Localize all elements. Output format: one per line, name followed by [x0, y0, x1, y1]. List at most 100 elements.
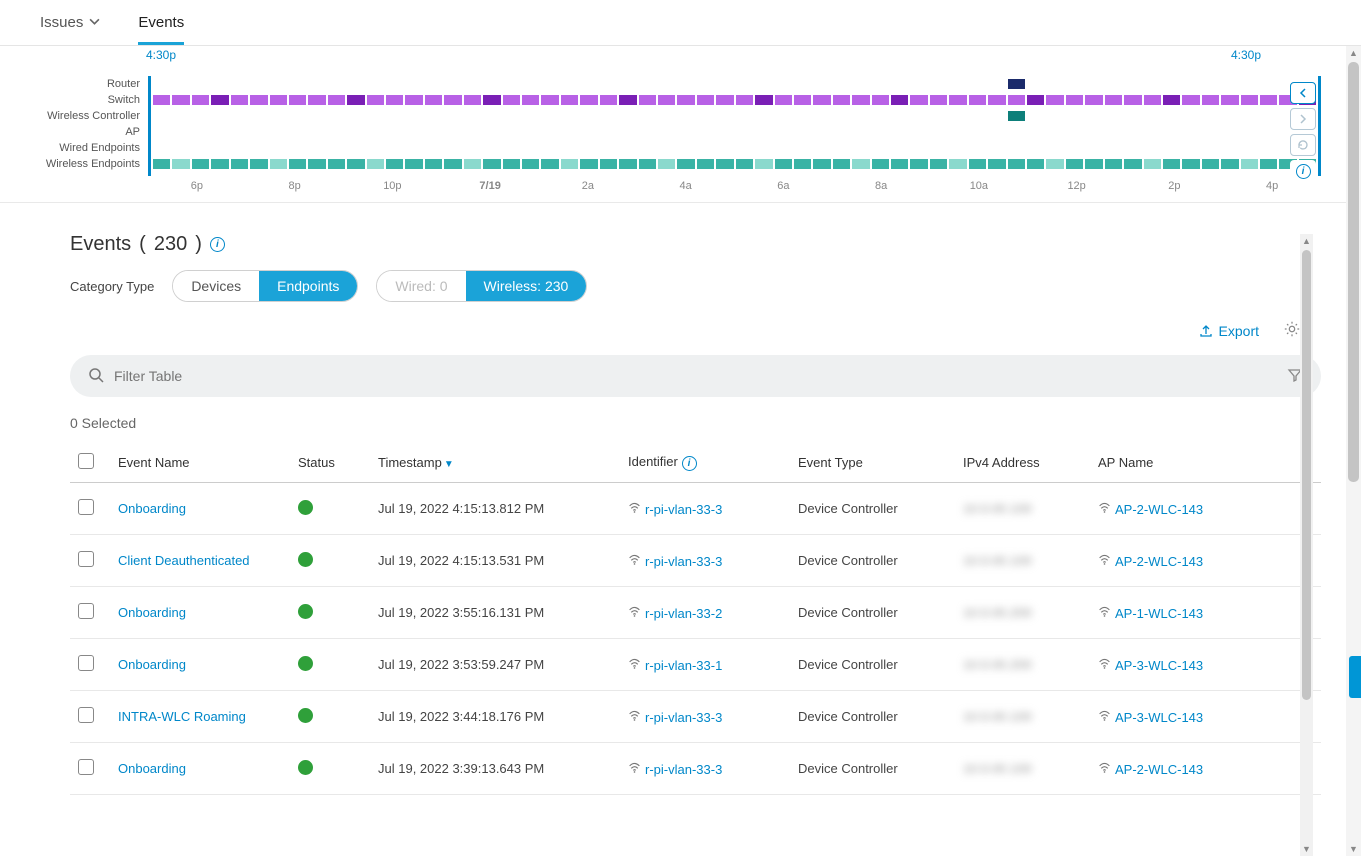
scroll-up-arrow[interactable]: ▲: [1300, 234, 1313, 248]
cell-event-type: Device Controller: [790, 483, 955, 535]
table-row: Onboarding Jul 19, 2022 3:53:59.247 PM r-p…: [70, 639, 1321, 691]
timeline-axis-tick: 2p: [1126, 180, 1224, 192]
tab-events[interactable]: Events: [138, 0, 184, 45]
cell-timestamp: Jul 19, 2022 3:39:13.643 PM: [370, 743, 620, 795]
scroll-down-arrow[interactable]: ▼: [1346, 842, 1361, 856]
event-name-link[interactable]: Onboarding: [118, 657, 186, 672]
ap-name-link[interactable]: AP-1-WLC-143: [1115, 606, 1203, 621]
timeline-axis-tick: 7/19: [441, 180, 539, 192]
col-ap-name[interactable]: AP Name: [1090, 443, 1321, 483]
cell-event-type: Device Controller: [790, 743, 955, 795]
outer-scrollbar[interactable]: ▲ ▼: [1346, 46, 1361, 856]
timeline-refresh-button[interactable]: [1290, 134, 1316, 156]
events-panel: Events (230) i Category Type Devices End…: [0, 203, 1361, 795]
event-name-link[interactable]: Client Deauthenticated: [118, 553, 250, 568]
wifi-icon: [1098, 711, 1111, 725]
export-label: Export: [1219, 323, 1259, 339]
event-name-link[interactable]: Onboarding: [118, 761, 186, 776]
timeline-chart[interactable]: [148, 76, 1321, 176]
timeline-lane-label: AP: [40, 124, 140, 140]
col-status[interactable]: Status: [290, 443, 370, 483]
pill-wireless[interactable]: Wireless: 230: [466, 271, 587, 301]
scroll-up-arrow[interactable]: ▲: [1346, 46, 1361, 60]
export-button[interactable]: Export: [1199, 323, 1259, 339]
timeline-time-labels: 4:30p 4:30p: [0, 48, 1361, 62]
event-name-link[interactable]: INTRA-WLC Roaming: [118, 709, 246, 724]
ap-name-link[interactable]: AP-2-WLC-143: [1115, 762, 1203, 777]
status-dot: [298, 604, 313, 619]
identifier-link[interactable]: r-pi-vlan-33-1: [645, 658, 722, 673]
wifi-icon: [1098, 555, 1111, 569]
row-checkbox[interactable]: [78, 551, 94, 567]
ap-name-link[interactable]: AP-2-WLC-143: [1115, 554, 1203, 569]
status-dot: [298, 760, 313, 775]
timeline-axis-tick: 4a: [637, 180, 735, 192]
event-name-link[interactable]: Onboarding: [118, 605, 186, 620]
table-row: INTRA-WLC RoamingJul 19, 2022 3:44:18.17…: [70, 691, 1321, 743]
timeline-next-button[interactable]: [1290, 108, 1316, 130]
select-all-checkbox[interactable]: [78, 453, 94, 469]
identifier-link[interactable]: r-pi-vlan-33-3: [645, 502, 722, 517]
gear-icon[interactable]: [1283, 320, 1301, 341]
timeline-lane-label: Router: [40, 76, 140, 92]
row-checkbox[interactable]: [78, 603, 94, 619]
search-input[interactable]: [114, 368, 1287, 384]
wifi-icon: [628, 607, 641, 621]
identifier-link[interactable]: r-pi-vlan-33-3: [645, 762, 722, 777]
tab-issues[interactable]: Issues: [40, 0, 100, 45]
info-icon[interactable]: i: [210, 237, 225, 252]
col-ipv4[interactable]: IPv4 Address: [955, 443, 1090, 483]
scroll-down-arrow[interactable]: ▼: [1300, 842, 1313, 856]
timeline-axis-tick: 10p: [344, 180, 442, 192]
identifier-link[interactable]: r-pi-vlan-33-3: [645, 554, 722, 569]
selected-count: 0 Selected: [70, 415, 1321, 431]
ap-name-link[interactable]: AP-3-WLC-143: [1115, 710, 1203, 725]
pill-wired: Wired: 0: [377, 271, 465, 301]
event-name-link[interactable]: Onboarding: [118, 501, 186, 516]
pill-endpoints[interactable]: Endpoints: [259, 271, 357, 301]
row-checkbox[interactable]: [78, 499, 94, 515]
category-pill-group: Devices Endpoints: [172, 270, 358, 302]
row-checkbox[interactable]: [78, 759, 94, 775]
col-identifier[interactable]: Identifier i: [620, 443, 790, 483]
pill-devices[interactable]: Devices: [173, 271, 259, 301]
status-dot: [298, 552, 313, 567]
tab-events-label: Events: [138, 14, 184, 31]
cell-ipv4: 10.0.00.100: [963, 709, 1032, 724]
row-checkbox[interactable]: [78, 655, 94, 671]
cell-timestamp: Jul 19, 2022 4:15:13.812 PM: [370, 483, 620, 535]
identifier-link[interactable]: r-pi-vlan-33-3: [645, 710, 722, 725]
scroll-thumb[interactable]: [1348, 62, 1359, 482]
cell-timestamp: Jul 19, 2022 3:53:59.247 PM: [370, 639, 620, 691]
ap-name-link[interactable]: AP-2-WLC-143: [1115, 502, 1203, 517]
timeline-lane-label: Wireless Endpoints: [40, 156, 140, 172]
cell-event-type: Device Controller: [790, 691, 955, 743]
endpoint-type-pill-group: Wired: 0 Wireless: 230: [376, 270, 587, 302]
inner-scrollbar[interactable]: ▲ ▼: [1300, 234, 1313, 856]
cell-event-type: Device Controller: [790, 535, 955, 587]
info-icon[interactable]: i: [682, 456, 697, 471]
section-title-prefix: Events: [70, 233, 131, 256]
table-row: Client DeauthenticatedJul 19, 2022 4:15:…: [70, 535, 1321, 587]
cell-ipv4: 10.0.00.200: [963, 605, 1032, 620]
filter-row: Category Type Devices Endpoints Wired: 0…: [70, 270, 1321, 302]
events-table: Event Name Status Timestamp▼ Identifier …: [70, 443, 1321, 795]
sort-desc-icon: ▼: [444, 459, 454, 470]
col-timestamp[interactable]: Timestamp▼: [370, 443, 620, 483]
timeline-lane-label: Switch: [40, 92, 140, 108]
ap-name-link[interactable]: AP-3-WLC-143: [1115, 658, 1203, 673]
row-checkbox[interactable]: [78, 707, 94, 723]
timeline-lane-label: Wired Endpoints: [40, 140, 140, 156]
identifier-link[interactable]: r-pi-vlan-33-2: [645, 606, 722, 621]
col-event-type[interactable]: Event Type: [790, 443, 955, 483]
search-icon: [88, 367, 104, 386]
col-event-name[interactable]: Event Name: [110, 443, 290, 483]
timeline-end-time: 4:30p: [1231, 48, 1261, 62]
wifi-icon: [628, 555, 641, 569]
wifi-icon: [628, 763, 641, 777]
timeline-info-icon[interactable]: i: [1290, 160, 1316, 182]
timeline-prev-button[interactable]: [1290, 82, 1316, 104]
timeline-axis-tick: 2a: [539, 180, 637, 192]
side-accent-tab[interactable]: [1349, 656, 1361, 698]
scroll-thumb[interactable]: [1302, 250, 1311, 700]
